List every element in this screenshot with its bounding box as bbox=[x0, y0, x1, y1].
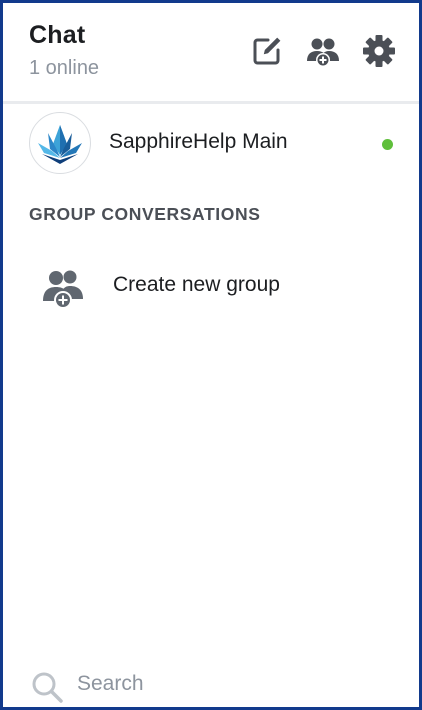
group-conversations-heading: GROUP CONVERSATIONS bbox=[29, 204, 261, 224]
search-input[interactable] bbox=[77, 667, 397, 701]
chat-title: Chat bbox=[29, 21, 86, 49]
compose-icon[interactable] bbox=[249, 33, 285, 69]
search-icon bbox=[29, 669, 65, 705]
chat-panel: Chat 1 online SapphireHelp Main GROUP CO… bbox=[0, 0, 422, 710]
online-count: 1 online bbox=[29, 57, 100, 79]
gear-icon[interactable] bbox=[361, 33, 397, 69]
contact-name: SapphireHelp Main bbox=[109, 130, 288, 153]
avatar bbox=[29, 112, 91, 174]
create-new-group-button[interactable]: Create new group bbox=[3, 253, 419, 317]
add-group-icon bbox=[39, 263, 87, 311]
search-bar bbox=[3, 661, 419, 705]
contact-row[interactable]: SapphireHelp Main bbox=[3, 104, 419, 182]
online-status-dot bbox=[382, 139, 393, 150]
create-group-label: Create new group bbox=[113, 273, 280, 296]
chat-header: Chat 1 online bbox=[3, 3, 419, 104]
add-group-icon[interactable] bbox=[305, 33, 341, 69]
